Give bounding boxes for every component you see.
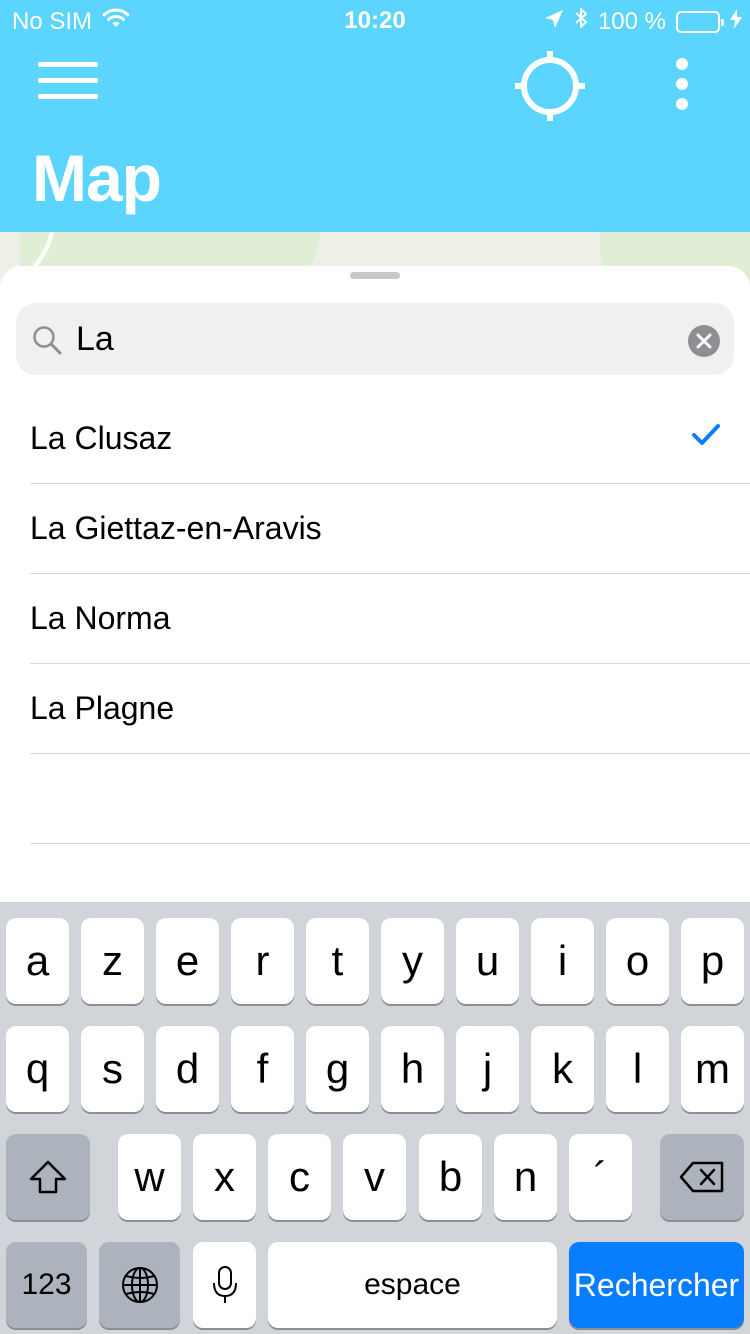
key-y[interactable]: y bbox=[381, 918, 444, 1004]
globe-key[interactable] bbox=[99, 1242, 180, 1328]
key-e[interactable]: e bbox=[156, 918, 219, 1004]
nav-header: No SIM 10:20 100 % Map bbox=[0, 0, 750, 232]
dictation-key[interactable] bbox=[193, 1242, 256, 1328]
key-k[interactable]: k bbox=[531, 1026, 594, 1112]
search-key[interactable]: Rechercher bbox=[569, 1242, 744, 1328]
globe-icon bbox=[121, 1267, 158, 1303]
list-item-label: La Clusaz bbox=[30, 420, 173, 456]
key-c[interactable]: c bbox=[268, 1134, 331, 1220]
key-a[interactable]: a bbox=[6, 918, 69, 1004]
key-m[interactable]: m bbox=[681, 1026, 744, 1112]
key-s[interactable]: s bbox=[81, 1026, 144, 1112]
key-o[interactable]: o bbox=[606, 918, 669, 1004]
search-bar[interactable] bbox=[16, 303, 734, 375]
key-r[interactable]: r bbox=[231, 918, 294, 1004]
location-arrow-icon bbox=[544, 8, 564, 36]
search-sheet: La Clusaz La Giettaz-en-Aravis La Norma … bbox=[0, 266, 750, 906]
battery-percent: 100 % bbox=[597, 7, 666, 35]
key-z[interactable]: z bbox=[81, 918, 144, 1004]
microphone-icon bbox=[212, 1266, 237, 1303]
key-u[interactable]: u bbox=[456, 918, 519, 1004]
clear-icon[interactable] bbox=[688, 325, 720, 357]
checkmark-icon bbox=[692, 424, 720, 451]
key-q[interactable]: q bbox=[6, 1026, 69, 1112]
key-d[interactable]: d bbox=[156, 1026, 219, 1112]
key-g[interactable]: g bbox=[306, 1026, 369, 1112]
numbers-key[interactable]: 123 bbox=[6, 1242, 87, 1328]
key-j[interactable]: j bbox=[456, 1026, 519, 1112]
key-t[interactable]: t bbox=[306, 918, 369, 1004]
delete-key[interactable] bbox=[660, 1134, 744, 1220]
list-item-label: La Giettaz-en-Aravis bbox=[30, 510, 322, 546]
list-item[interactable]: La Clusaz bbox=[30, 394, 750, 484]
locate-crosshair-icon[interactable] bbox=[512, 48, 588, 124]
list-item-empty bbox=[30, 754, 750, 844]
sheet-grabber[interactable] bbox=[350, 272, 400, 279]
status-bar: No SIM 10:20 100 % bbox=[0, 0, 750, 40]
list-item-label: La Plagne bbox=[30, 690, 175, 726]
page-title: Map bbox=[32, 141, 162, 215]
backspace-icon bbox=[679, 1161, 724, 1193]
list-item[interactable]: La Plagne bbox=[30, 664, 750, 754]
keyboard: a z e r t y u i o p q s d f g h j k l m … bbox=[0, 902, 750, 1334]
charging-bolt-icon bbox=[730, 8, 742, 36]
key-x[interactable]: x bbox=[193, 1134, 256, 1220]
key-l[interactable]: l bbox=[606, 1026, 669, 1112]
search-icon bbox=[32, 325, 62, 355]
key-f[interactable]: f bbox=[231, 1026, 294, 1112]
key-h[interactable]: h bbox=[381, 1026, 444, 1112]
key-w[interactable]: w bbox=[118, 1134, 181, 1220]
key-v[interactable]: v bbox=[343, 1134, 406, 1220]
key-p[interactable]: p bbox=[681, 918, 744, 1004]
space-key[interactable]: espace bbox=[268, 1242, 557, 1328]
bluetooth-icon bbox=[574, 7, 588, 36]
menu-icon[interactable] bbox=[38, 62, 98, 102]
list-item[interactable]: La Giettaz-en-Aravis bbox=[30, 484, 750, 574]
shift-icon bbox=[29, 1160, 67, 1194]
more-vertical-icon[interactable] bbox=[666, 56, 698, 112]
key-i[interactable]: i bbox=[531, 918, 594, 1004]
key-n[interactable]: n bbox=[494, 1134, 557, 1220]
results-list: La Clusaz La Giettaz-en-Aravis La Norma … bbox=[0, 394, 750, 844]
list-item[interactable]: La Norma bbox=[30, 574, 750, 664]
shift-key[interactable] bbox=[6, 1134, 90, 1220]
key-b[interactable]: b bbox=[419, 1134, 482, 1220]
search-input[interactable] bbox=[76, 317, 676, 361]
battery-icon bbox=[676, 10, 724, 33]
list-item-label: La Norma bbox=[30, 600, 171, 636]
key-acute[interactable]: ´ bbox=[569, 1134, 632, 1220]
